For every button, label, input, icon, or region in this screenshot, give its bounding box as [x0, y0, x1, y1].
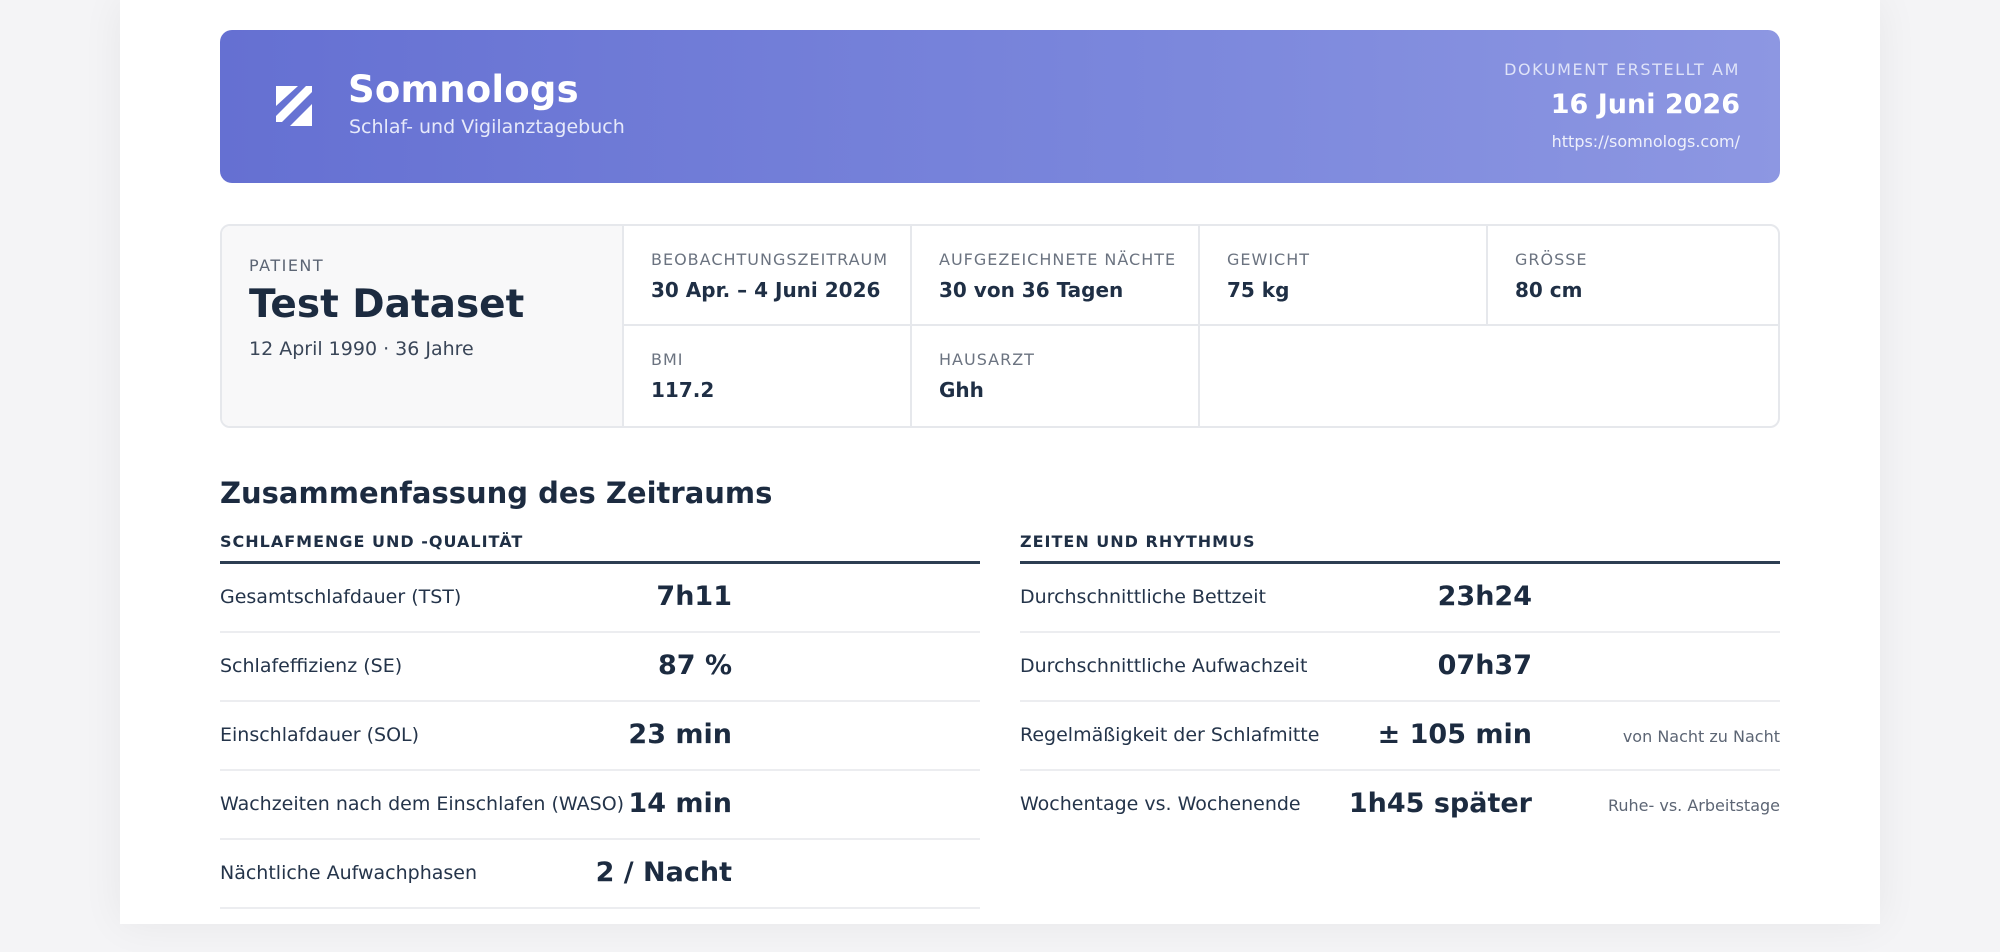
- field-label: AUFGEZEICHNETE NÄCHTE: [939, 250, 1177, 269]
- patient-identity: PATIENT Test Dataset 12 April 1990 · 36 …: [222, 226, 624, 426]
- row-value: ± 105 min: [1377, 719, 1532, 750]
- field-value: Ghh: [939, 378, 984, 402]
- header-banner: Somnologs Schlaf- und Vigilanztagebuch D…: [220, 30, 1780, 183]
- somnologs-logo-icon: [276, 86, 312, 126]
- row-label: Schlafeffizienz (SE): [220, 655, 403, 677]
- table-row: Durchschnittliche Bettzeit 23h24: [1020, 564, 1780, 633]
- row-label: Nächtliche Aufwachphasen: [220, 862, 478, 884]
- table-row: Schlafeffizienz (SE) 87 %: [220, 633, 980, 702]
- table-row: Einschlafdauer (SOL) 23 min: [220, 702, 980, 771]
- row-value: 14 min: [628, 788, 732, 819]
- report-content: Somnologs Schlaf- und Vigilanztagebuch D…: [220, 30, 1780, 952]
- row-label: Durchschnittliche Aufwachzeit: [1020, 655, 1308, 677]
- row-label: Einschlafdauer (SOL): [220, 724, 420, 746]
- document-meta: DOKUMENT ERSTELLT AM 16 Juni 2026 https:…: [1504, 60, 1740, 151]
- row-value: 2 / Nacht: [595, 857, 732, 888]
- table-row: Wochentage vs. Wochenende 1h45 später Ru…: [1020, 771, 1780, 838]
- document-created-date: 16 Juni 2026: [1550, 89, 1740, 120]
- row-label: Wachzeiten nach dem Einschlafen (WASO): [220, 793, 625, 815]
- empty-field-area: [1200, 326, 1778, 426]
- field-weight: GEWICHT 75 kg: [1200, 226, 1488, 326]
- field-height: GRÖSSE 80 cm: [1488, 226, 1778, 326]
- row-value: 7h11: [656, 581, 732, 612]
- field-recorded-nights: AUFGEZEICHNETE NÄCHTE 30 von 36 Tagen: [912, 226, 1200, 326]
- brand-name: Somnologs: [348, 68, 579, 111]
- row-value: 07h37: [1437, 650, 1532, 681]
- sleep-quality-column: SCHLAFMENGE UND -QUALITÄT Gesamtschlafda…: [220, 532, 980, 909]
- patient-card: PATIENT Test Dataset 12 April 1990 · 36 …: [220, 224, 1780, 428]
- field-value: 117.2: [651, 378, 715, 402]
- field-value: 75 kg: [1227, 278, 1290, 302]
- brand-subtitle: Schlaf- und Vigilanztagebuch: [349, 116, 625, 138]
- row-label: Durchschnittliche Bettzeit: [1020, 586, 1266, 608]
- row-label: Wochentage vs. Wochenende: [1020, 793, 1301, 815]
- table-row: Durchschnittliche Aufwachzeit 07h37: [1020, 633, 1780, 702]
- table-row: Regelmäßigkeit der Schlafmitte ± 105 min…: [1020, 702, 1780, 771]
- table-row: Wachzeiten nach dem Einschlafen (WASO) 1…: [220, 771, 980, 840]
- field-value: 30 Apr. – 4 Juni 2026: [651, 278, 881, 302]
- row-value: 23 min: [628, 719, 732, 750]
- field-label: BEOBACHTUNGSZEITRAUM: [651, 250, 889, 269]
- document-created-label: DOKUMENT ERSTELLT AM: [1504, 60, 1740, 79]
- field-label: HAUSARZT: [939, 350, 1035, 369]
- row-note: Ruhe- vs. Arbeitstage: [1607, 796, 1780, 815]
- row-label: Gesamtschlafdauer (TST): [220, 586, 462, 608]
- field-value: 80 cm: [1515, 278, 1583, 302]
- row-value: 87 %: [657, 650, 732, 681]
- field-label: GEWICHT: [1227, 250, 1311, 269]
- table-row: Nächtliche Aufwachphasen 2 / Nacht: [220, 840, 980, 909]
- summary-columns: SCHLAFMENGE UND -QUALITÄT Gesamtschlafda…: [220, 532, 1780, 952]
- table-row: Gesamtschlafdauer (TST) 7h11: [220, 564, 980, 633]
- row-note: von Nacht zu Nacht: [1622, 727, 1780, 746]
- patient-birthdate: 12 April 1990 · 36 Jahre: [249, 338, 474, 360]
- column-heading: SCHLAFMENGE UND -QUALITÄT: [220, 532, 980, 564]
- patient-label: PATIENT: [249, 256, 325, 275]
- column-heading: ZEITEN UND RHYTHMUS: [1020, 532, 1780, 564]
- field-label: GRÖSSE: [1515, 250, 1588, 269]
- row-value: 23h24: [1437, 581, 1532, 612]
- patient-name: Test Dataset: [249, 282, 525, 327]
- timing-rhythm-column: ZEITEN UND RHYTHMUS Durchschnittliche Be…: [1020, 532, 1780, 838]
- row-label: Regelmäßigkeit der Schlafmitte: [1020, 724, 1320, 746]
- summary-title: Zusammenfassung des Zeitraums: [220, 476, 773, 510]
- field-gp: HAUSARZT Ghh: [912, 326, 1200, 426]
- row-value: 1h45 später: [1348, 788, 1532, 819]
- field-label: BMI: [651, 350, 684, 369]
- field-value: 30 von 36 Tagen: [939, 278, 1124, 302]
- report-page: Somnologs Schlaf- und Vigilanztagebuch D…: [120, 0, 1880, 924]
- field-observation-period: BEOBACHTUNGSZEITRAUM 30 Apr. – 4 Juni 20…: [624, 226, 912, 326]
- field-bmi: BMI 117.2: [624, 326, 912, 426]
- website-link[interactable]: https://somnologs.com/: [1504, 132, 1740, 151]
